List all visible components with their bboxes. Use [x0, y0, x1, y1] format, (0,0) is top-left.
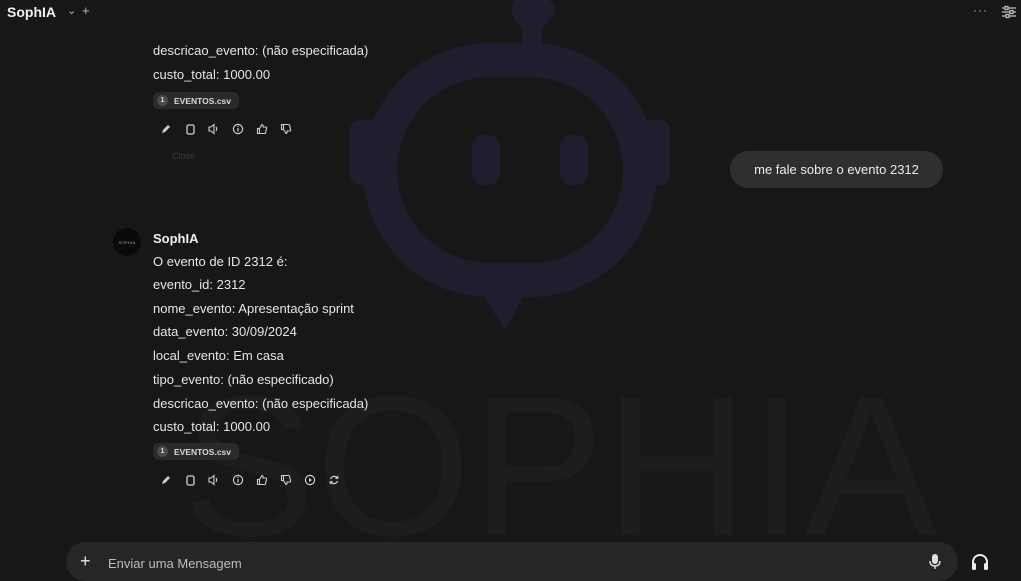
microphone-icon[interactable] — [928, 553, 942, 570]
message-line: nome_evento: Apresentação sprint — [153, 301, 354, 316]
thumbs-up-icon[interactable] — [253, 121, 271, 137]
info-icon[interactable] — [229, 472, 247, 488]
user-message-bubble: me fale sobre o evento 2312 — [730, 151, 943, 188]
more-options-icon[interactable]: ··· — [973, 3, 988, 17]
faded-tooltip: Close — [172, 151, 196, 161]
chevron-down-icon[interactable]: ⌄ — [67, 4, 76, 17]
citation-index: 1 — [157, 446, 168, 457]
new-chat-plus-icon[interactable]: + — [82, 3, 90, 18]
message-line: O evento de ID 2312 é: — [153, 254, 288, 269]
citation-chip[interactable]: 1 EVENTOS.csv — [153, 443, 240, 460]
attach-plus-icon[interactable]: + — [80, 551, 91, 572]
thumbs-up-icon[interactable] — [253, 472, 271, 488]
speaker-icon[interactable] — [205, 121, 223, 137]
message-line: descricao_evento: (não especificada) — [153, 396, 369, 411]
info-icon[interactable] — [229, 121, 247, 137]
message-line: descricao_evento: (não especificada) — [153, 43, 369, 58]
message-line: local_evento: Em casa — [153, 348, 284, 363]
message-line: tipo_evento: (não especificado) — [153, 372, 334, 387]
citation-index: 1 — [157, 95, 168, 106]
message-line: custo_total: 1000.00 — [153, 419, 271, 434]
message-composer: + — [66, 542, 958, 581]
assistant-name: SophIA — [153, 231, 199, 246]
message-line: data_evento: 30/09/2024 — [153, 324, 297, 339]
thumbs-down-icon[interactable] — [277, 472, 295, 488]
watermark-robot-head — [363, 43, 657, 297]
headphones-icon[interactable] — [970, 552, 990, 572]
message-line: evento_id: 2312 — [153, 277, 246, 292]
play-icon[interactable] — [301, 472, 319, 488]
edit-icon[interactable] — [157, 472, 175, 488]
edit-icon[interactable] — [157, 121, 175, 137]
app-title: SophIA — [7, 4, 56, 20]
app-header: SophIA ⌄ + ··· — [0, 0, 1021, 24]
message-actions — [157, 472, 343, 488]
copy-icon[interactable] — [181, 121, 199, 137]
citation-file: EVENTOS.csv — [174, 446, 232, 457]
user-message-text: me fale sobre o evento 2312 — [754, 162, 919, 177]
message-input[interactable] — [106, 551, 910, 575]
regenerate-icon[interactable] — [325, 472, 343, 488]
controls-sliders-icon[interactable] — [1001, 5, 1017, 19]
assistant-avatar: SOPHIA — [113, 228, 141, 256]
message-line: custo_total: 1000.00 — [153, 67, 271, 82]
copy-icon[interactable] — [181, 472, 199, 488]
message-actions — [157, 121, 295, 137]
citation-file: EVENTOS.csv — [174, 95, 232, 106]
citation-chip[interactable]: 1 EVENTOS.csv — [153, 92, 240, 109]
avatar-logo-text: SOPHIA — [118, 239, 136, 245]
speaker-icon[interactable] — [205, 472, 223, 488]
thumbs-down-icon[interactable] — [277, 121, 295, 137]
